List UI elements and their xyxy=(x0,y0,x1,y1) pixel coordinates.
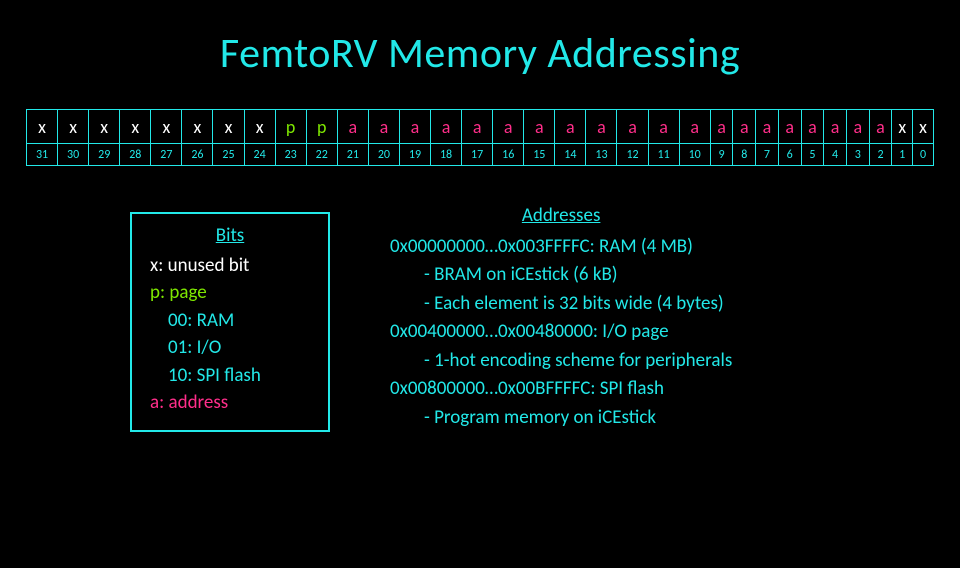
bit-num-27: 27 xyxy=(151,144,182,166)
legend-p-10: 10: SPI flash xyxy=(150,362,310,390)
bit-num-18: 18 xyxy=(431,144,462,166)
addresses-box: Addresses 0x00000000…0x003FFFFC: RAM (4 … xyxy=(390,202,732,432)
bit-glyph-31: x xyxy=(27,110,58,144)
bit-glyph-2: a xyxy=(869,110,892,144)
bit-num-26: 26 xyxy=(182,144,213,166)
bit-glyph-19: a xyxy=(399,110,430,144)
bit-glyph-3: a xyxy=(846,110,869,144)
legend-p-00: 00: RAM xyxy=(150,307,310,335)
bits-legend-box: Bits x: unused bit p: page 00: RAM 01: I… xyxy=(130,212,330,432)
bits-legend-header: Bits xyxy=(150,222,310,250)
bit-num-25: 25 xyxy=(213,144,244,166)
bit-glyph-28: x xyxy=(120,110,151,144)
bit-glyph-0: x xyxy=(913,110,934,144)
bit-glyph-30: x xyxy=(58,110,89,144)
bit-num-0: 0 xyxy=(913,144,934,166)
bit-glyph-27: x xyxy=(151,110,182,144)
bit-num-20: 20 xyxy=(368,144,399,166)
bit-num-6: 6 xyxy=(778,144,801,166)
bit-num-31: 31 xyxy=(27,144,58,166)
bit-glyph-16: a xyxy=(493,110,524,144)
addr-spi: 0x00800000…0x00BFFFFC: SPI flash xyxy=(390,375,732,404)
bit-glyph-4: a xyxy=(824,110,847,144)
bit-glyph-12: a xyxy=(617,110,648,144)
addr-spi-sub1: - Program memory on iCEstick xyxy=(390,404,732,433)
bit-glyph-17: a xyxy=(462,110,493,144)
bit-num-30: 30 xyxy=(58,144,89,166)
bit-glyph-9: a xyxy=(710,110,733,144)
bit-glyph-10: a xyxy=(679,110,710,144)
addr-ram-sub1: - BRAM on iCEstick (6 kB) xyxy=(390,261,732,290)
bit-num-17: 17 xyxy=(462,144,493,166)
bit-num-16: 16 xyxy=(493,144,524,166)
page-title: FemtoRV Memory Addressing xyxy=(0,28,960,79)
bit-glyph-18: a xyxy=(431,110,462,144)
bit-num-24: 24 xyxy=(244,144,275,166)
addr-io: 0x00400000…0x00480000: I/O page xyxy=(390,318,732,347)
bit-glyph-21: a xyxy=(337,110,368,144)
bit-glyph-22: p xyxy=(306,110,337,144)
bit-glyph-25: x xyxy=(213,110,244,144)
bit-glyph-14: a xyxy=(555,110,586,144)
bit-glyph-1: x xyxy=(892,110,913,144)
bit-glyph-20: a xyxy=(368,110,399,144)
bit-num-2: 2 xyxy=(869,144,892,166)
bit-glyph-24: x xyxy=(244,110,275,144)
addr-ram: 0x00000000…0x003FFFFC: RAM (4 MB) xyxy=(390,233,732,262)
bit-num-11: 11 xyxy=(648,144,679,166)
bit-num-10: 10 xyxy=(679,144,710,166)
bit-layout-table: xxxxxxxxppaaaaaaaaaaaaaaaaaaaaxx 3130292… xyxy=(26,109,934,166)
bit-glyph-5: a xyxy=(801,110,824,144)
bit-glyph-23: p xyxy=(275,110,306,144)
bit-num-3: 3 xyxy=(846,144,869,166)
legend-a: a: address xyxy=(150,389,310,417)
bit-num-1: 1 xyxy=(892,144,913,166)
legend-x: x: unused bit xyxy=(150,252,310,280)
bit-num-15: 15 xyxy=(524,144,555,166)
bit-glyph-11: a xyxy=(648,110,679,144)
bit-glyph-13: a xyxy=(586,110,617,144)
bit-glyph-7: a xyxy=(756,110,779,144)
bit-num-9: 9 xyxy=(710,144,733,166)
bit-num-28: 28 xyxy=(120,144,151,166)
bit-num-19: 19 xyxy=(399,144,430,166)
bit-num-22: 22 xyxy=(306,144,337,166)
addresses-header: Addresses xyxy=(390,202,732,231)
legend-p: p: page xyxy=(150,279,310,307)
bit-num-12: 12 xyxy=(617,144,648,166)
bit-num-14: 14 xyxy=(555,144,586,166)
bit-glyph-15: a xyxy=(524,110,555,144)
bit-glyph-26: x xyxy=(182,110,213,144)
bit-num-8: 8 xyxy=(733,144,756,166)
addr-io-sub1: - 1-hot encoding scheme for peripherals xyxy=(390,347,732,376)
bit-num-7: 7 xyxy=(756,144,779,166)
bit-num-5: 5 xyxy=(801,144,824,166)
addr-ram-sub2: - Each element is 32 bits wide (4 bytes) xyxy=(390,290,732,319)
bit-glyph-29: x xyxy=(89,110,120,144)
bit-num-4: 4 xyxy=(824,144,847,166)
legend-p-01: 01: I/O xyxy=(150,334,310,362)
bit-num-29: 29 xyxy=(89,144,120,166)
bit-num-21: 21 xyxy=(337,144,368,166)
bit-num-13: 13 xyxy=(586,144,617,166)
bit-glyph-6: a xyxy=(778,110,801,144)
bit-num-23: 23 xyxy=(275,144,306,166)
bit-glyph-8: a xyxy=(733,110,756,144)
